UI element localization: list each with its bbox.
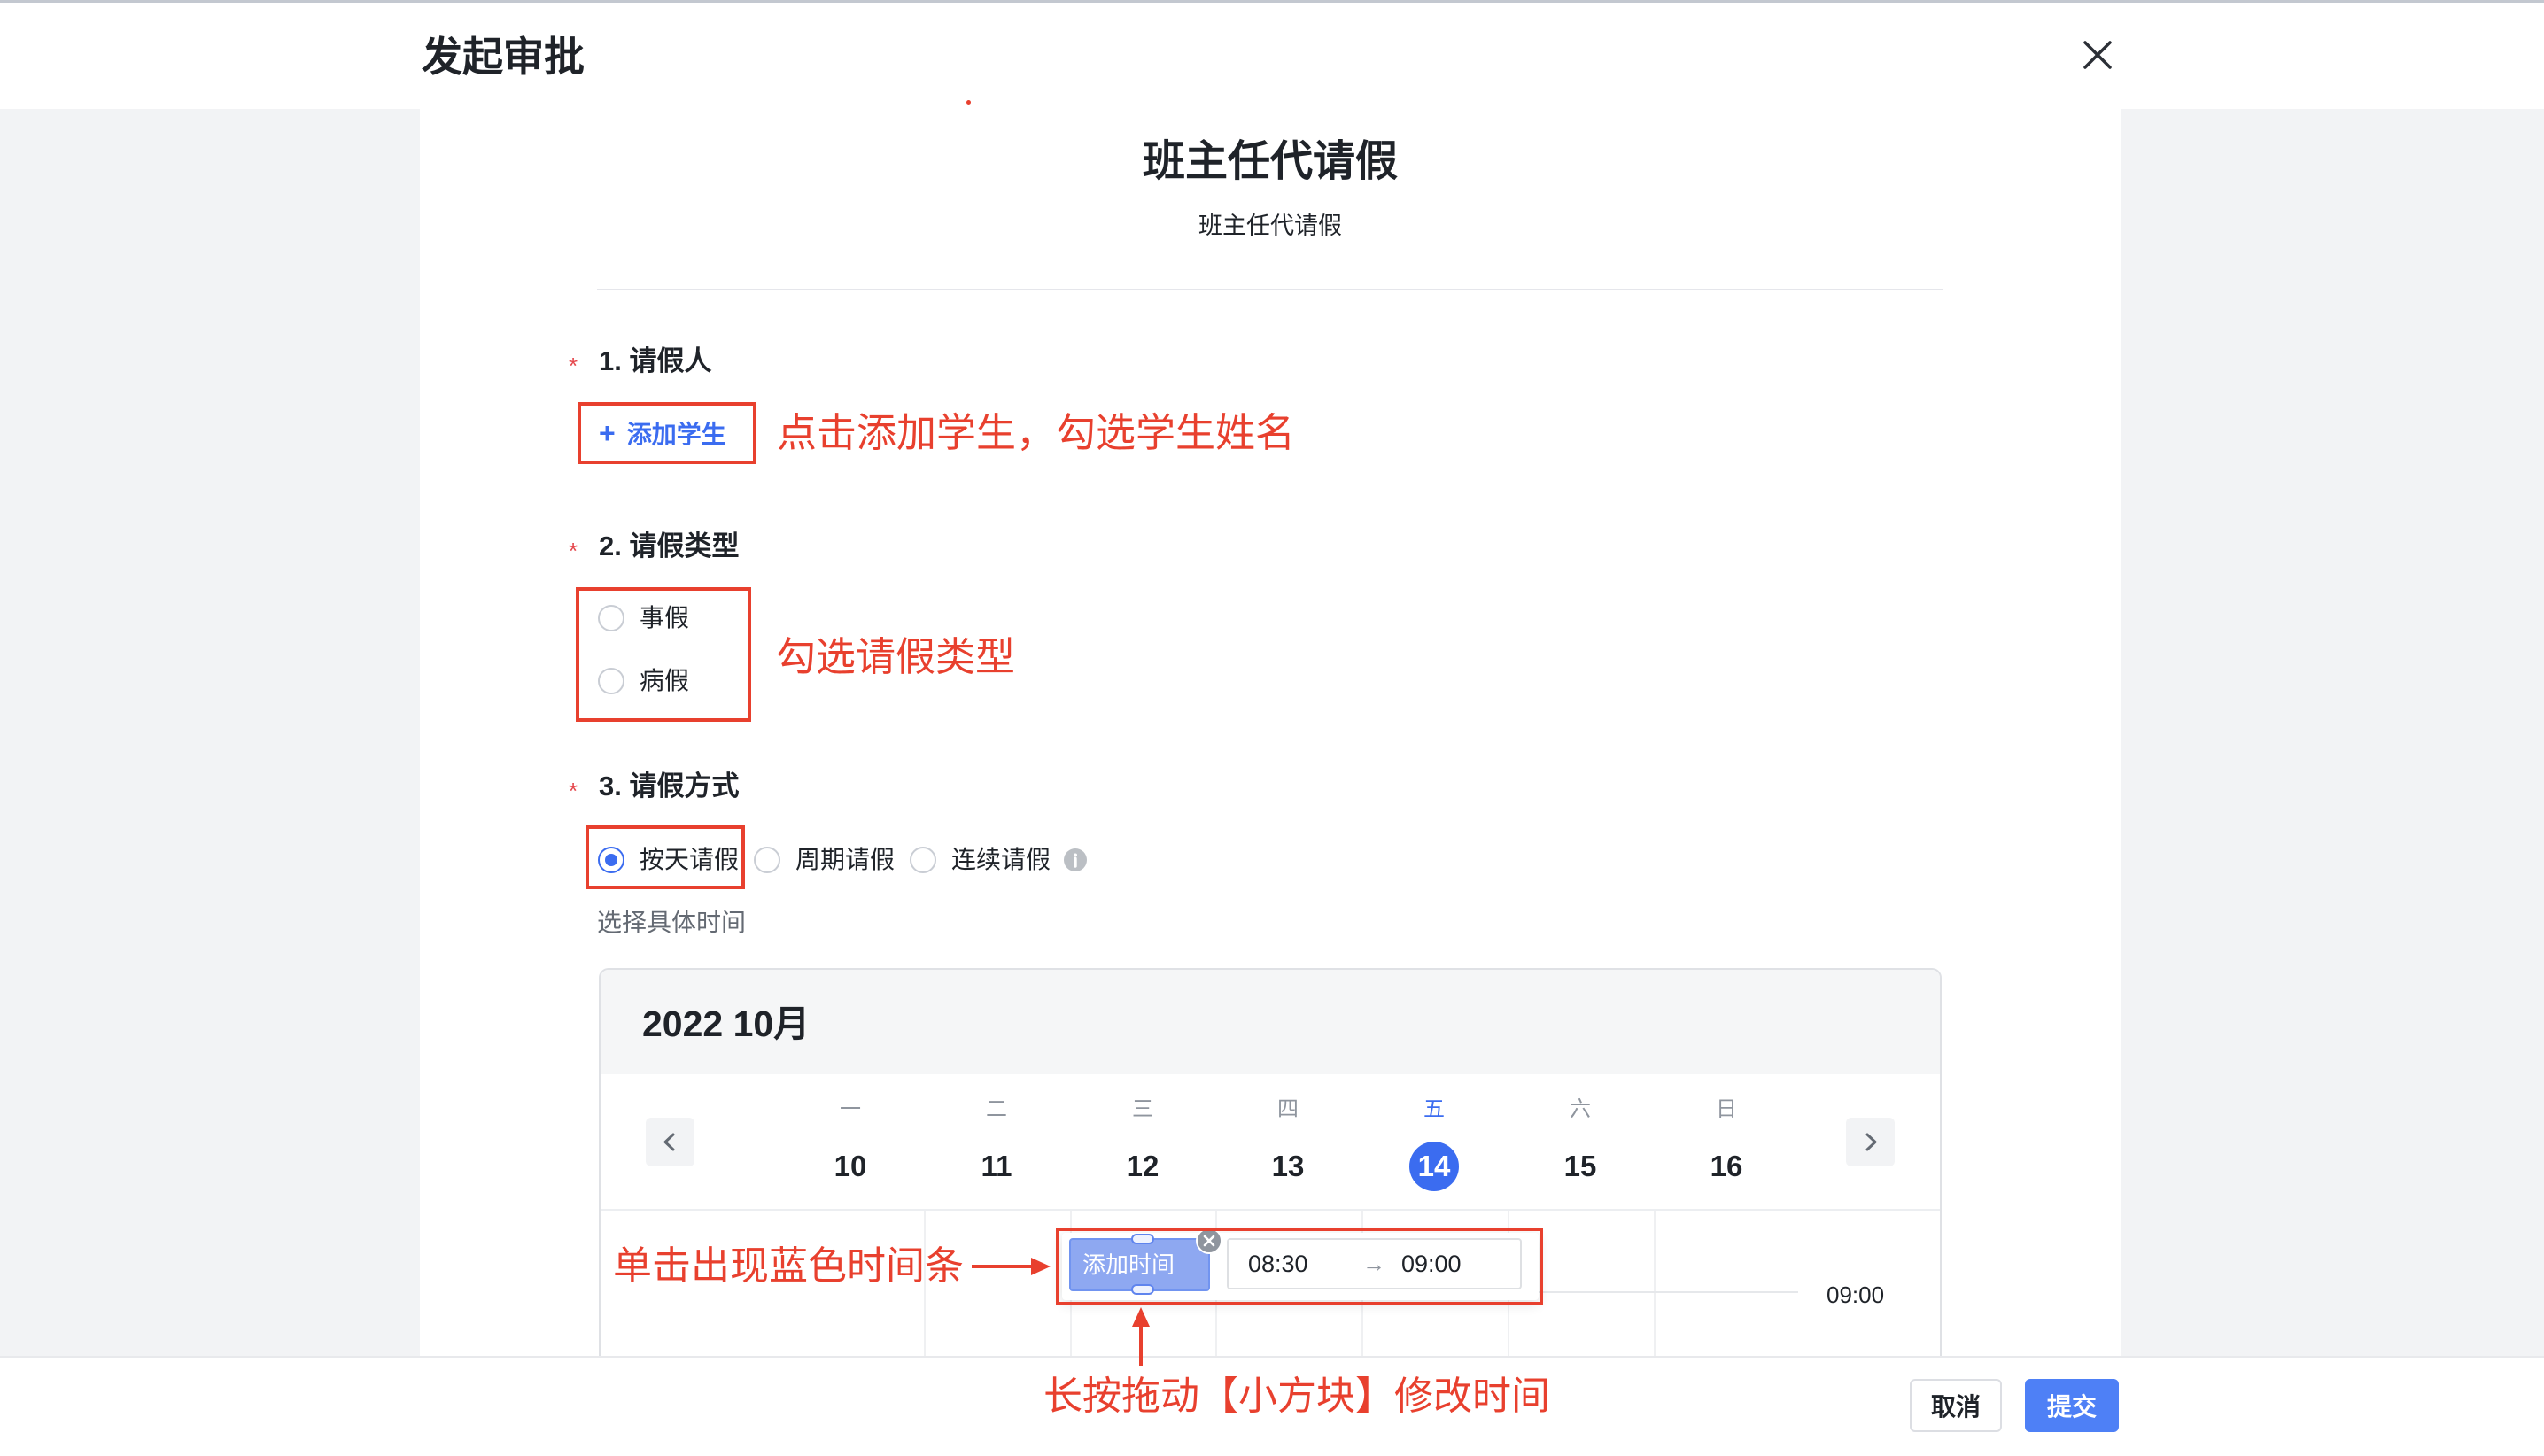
info-icon[interactable] [1064, 848, 1087, 871]
date-number: 11 [981, 1150, 1012, 1182]
dialog-header: 发起审批 [0, 0, 2544, 109]
grid-line [924, 1211, 926, 1356]
weekday-label: 五 [1423, 1097, 1445, 1121]
calendar-day[interactable]: 四 13 [1215, 1094, 1361, 1202]
calendar-day[interactable]: 六 15 [1508, 1094, 1653, 1202]
radio-label: 周期请假 [795, 846, 896, 873]
calendar-day[interactable]: 二 11 [924, 1094, 1069, 1202]
dialog-footer: 取消 提交 [0, 1356, 2544, 1456]
radio-label: 按天请假 [640, 846, 740, 873]
dialog-title: 发起审批 [422, 34, 585, 80]
weekday-label: 六 [1570, 1097, 1591, 1121]
close-button[interactable] [2080, 37, 2115, 73]
red-dot-mark [966, 100, 971, 105]
event-editor: 添加时间 08:30 → 09:00 [1062, 1228, 1539, 1300]
radio-periodic[interactable]: 周期请假 [754, 844, 904, 876]
weekday-label: 三 [1132, 1097, 1153, 1121]
calendar-day[interactable]: 三 12 [1070, 1094, 1215, 1202]
chevron-left-icon [663, 1133, 675, 1151]
time-range-input[interactable]: 08:30 → 09:00 [1227, 1238, 1522, 1289]
calendar-day[interactable]: 五 14 [1361, 1094, 1507, 1202]
submit-button[interactable]: 提交 [2025, 1379, 2119, 1432]
date-number: 10 [834, 1150, 867, 1182]
time-bar[interactable]: 添加时间 [1069, 1234, 1210, 1295]
date-number: 16 [1710, 1150, 1743, 1182]
add-student-button[interactable]: + 添加学生 [599, 410, 726, 456]
time-hint: 选择具体时间 [597, 909, 747, 936]
calendar-header: 2022 10月 [601, 970, 1940, 1074]
form-panel: 班主任代请假 班主任代请假 * 1. 请假人 + 添加学生 * 2. 请假类型 事… [420, 109, 2121, 1356]
radio-label: 病假 [640, 667, 690, 694]
radio-circle [598, 668, 624, 694]
resize-handle-top[interactable] [1131, 1234, 1154, 1244]
remove-time-bar-button[interactable] [1196, 1228, 1222, 1254]
date-number: 15 [1563, 1150, 1597, 1182]
close-circle-icon [1196, 1228, 1222, 1254]
time-axis-label: 09:00 [1827, 1282, 1885, 1308]
radio-circle [598, 847, 624, 873]
radio-by-day[interactable]: 按天请假 [598, 844, 748, 876]
cancel-button[interactable]: 取消 [1910, 1379, 2002, 1432]
field-label-leave-mode: 3. 请假方式 [599, 771, 740, 802]
calendar-day[interactable]: 一 10 [778, 1094, 923, 1202]
radio-circle [754, 847, 780, 873]
grid-line [1654, 1211, 1656, 1356]
form-subtitle: 班主任代请假 [1198, 213, 1342, 239]
week-calendar: 2022 10月 一 10 二 11 三 12 四 13 五 14 六 15 日… [599, 968, 1942, 1356]
next-week-button[interactable] [1846, 1118, 1895, 1166]
calendar-month: 2022 10月 [642, 1003, 811, 1044]
weekday-label: 二 [986, 1097, 1007, 1121]
plus-icon: + [599, 417, 616, 449]
radio-circle [910, 847, 936, 873]
calendar-row-divider [601, 1209, 1940, 1211]
field-label-leave-type: 2. 请假类型 [599, 531, 740, 561]
weekday-label: 一 [840, 1097, 861, 1121]
calendar-day[interactable]: 日 16 [1654, 1094, 1799, 1202]
field-label-student: 1. 请假人 [599, 345, 712, 376]
radio-circle [598, 605, 624, 631]
resize-handle-bottom[interactable] [1131, 1284, 1154, 1295]
end-time[interactable]: 09:00 [1401, 1240, 1462, 1288]
radio-label: 连续请假 [951, 846, 1051, 873]
date-number: 12 [1126, 1150, 1160, 1182]
close-icon [2083, 41, 2112, 69]
prev-week-button[interactable] [646, 1118, 694, 1166]
radio-sick-leave[interactable]: 病假 [598, 665, 748, 697]
divider [597, 289, 1943, 290]
required-mark: * [569, 538, 578, 564]
date-number: 13 [1271, 1150, 1305, 1182]
date-number: 14 [1409, 1142, 1459, 1191]
form-title: 班主任代请假 [1142, 138, 1398, 185]
weekday-label: 四 [1277, 1097, 1299, 1121]
radio-label: 事假 [640, 604, 690, 631]
arrow-right-icon: → [1362, 1251, 1385, 1277]
time-bar-label: 添加时间 [1082, 1251, 1175, 1278]
weekday-label: 日 [1716, 1097, 1737, 1121]
add-student-label: 添加学生 [626, 421, 726, 448]
start-time[interactable]: 08:30 [1248, 1240, 1308, 1288]
radio-continuous[interactable]: 连续请假 [910, 844, 1051, 876]
required-mark: * [569, 778, 578, 804]
chevron-right-icon [1865, 1133, 1877, 1151]
radio-personal-leave[interactable]: 事假 [598, 602, 748, 634]
required-mark: * [569, 352, 578, 379]
